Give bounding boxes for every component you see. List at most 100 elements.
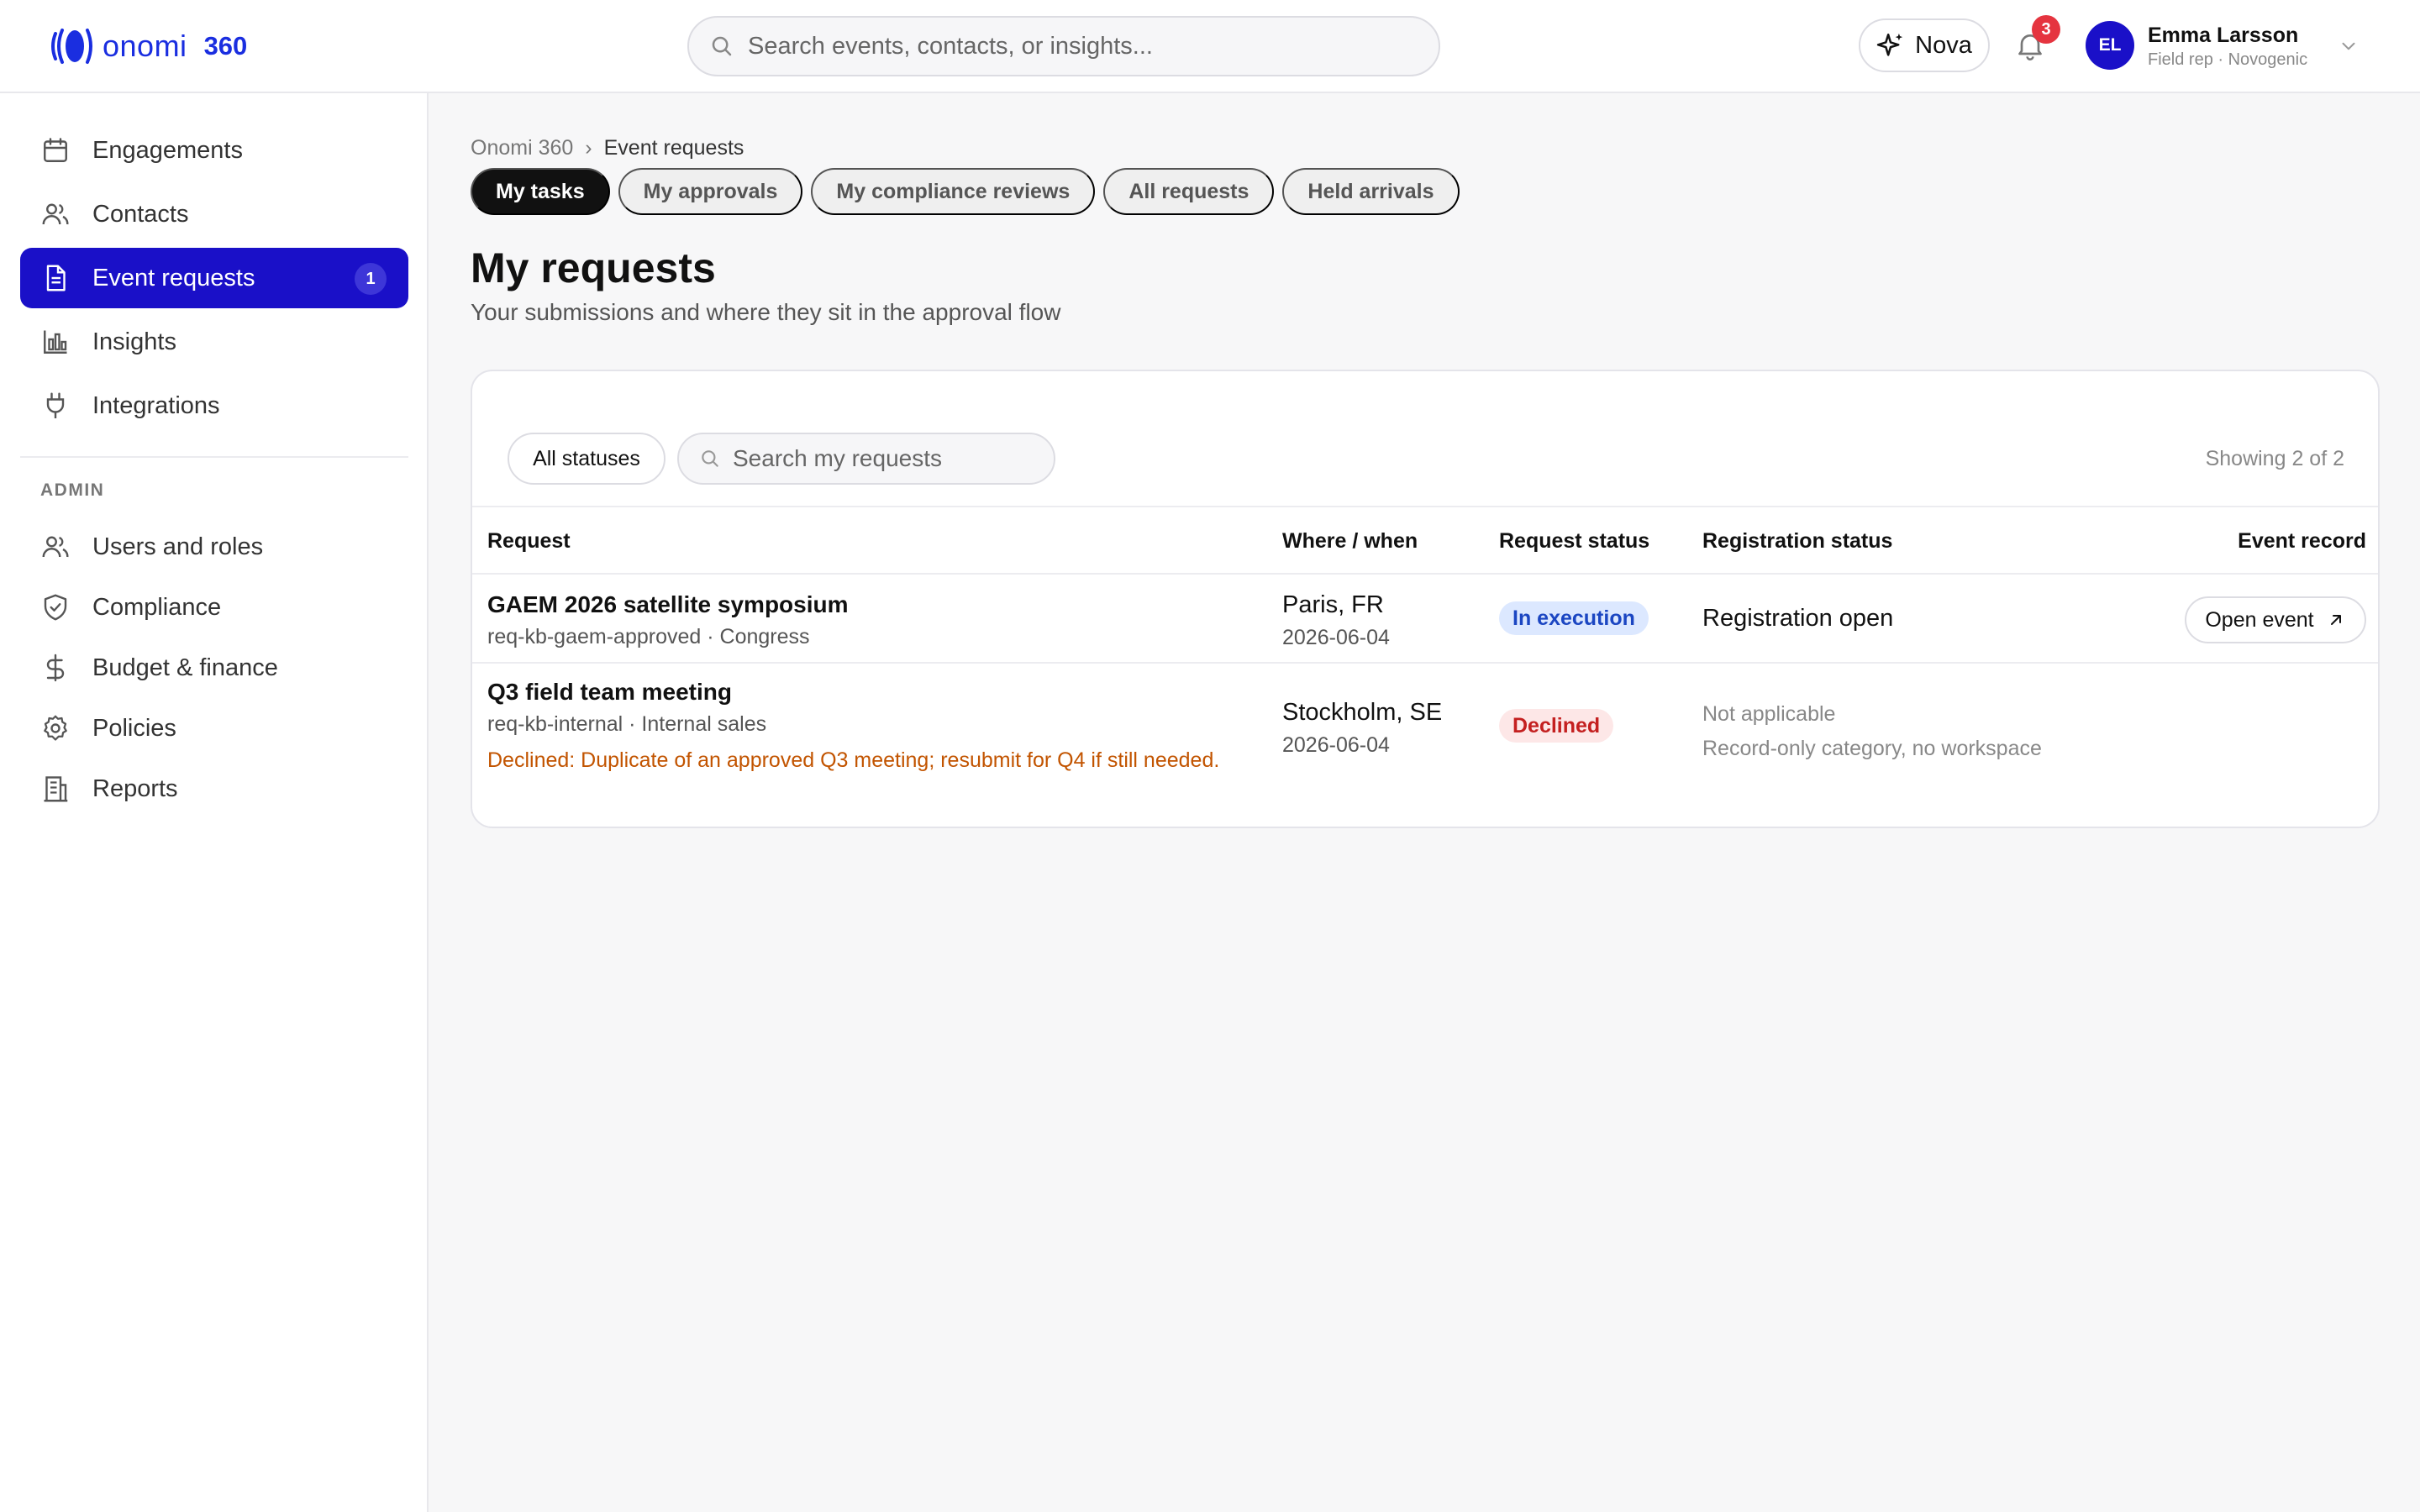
sidebar-item-label: Engagements <box>92 136 243 164</box>
search-icon <box>712 36 732 56</box>
breadcrumb-current: Event requests <box>603 136 744 160</box>
sidebar-item-policies[interactable]: Policies <box>20 698 408 759</box>
avatar[interactable]: EL <box>2086 21 2134 70</box>
shield-check-icon <box>44 594 67 621</box>
top-bar: onomi 360 Nova 3 EL Emma Larsson Field r… <box>0 0 2420 93</box>
sidebar-item-label: Event requests <box>92 264 255 291</box>
sidebar-item-label: Insights <box>92 328 176 355</box>
page-subtitle: Your submissions and where they sit in t… <box>471 299 1061 325</box>
arrow-up-right-icon <box>2330 615 2341 625</box>
request-meta: req-kb-internal · Internal sales <box>487 712 767 736</box>
sidebar-item-label: Users and roles <box>92 533 264 560</box>
breadcrumb: Onomi 360 › Event requests <box>471 136 744 160</box>
where-when-cell: Stockholm, SE 2026-06-04 <box>1282 699 1442 758</box>
sidebar-item-label: Compliance <box>92 593 222 621</box>
column-header-registration-status: Registration status <box>1702 529 1893 553</box>
registration-status: Not applicable <box>1702 702 1836 726</box>
sidebar-item-label: Contacts <box>92 200 189 228</box>
sidebar-item-insights[interactable]: Insights <box>20 312 408 372</box>
app-logo[interactable]: onomi 360 <box>49 25 247 67</box>
request-location: Stockholm, SE <box>1282 699 1443 726</box>
table-row[interactable]: Q3 field team meeting req-kb-internal · … <box>472 664 2378 827</box>
decline-reason: Declined: Duplicate of an approved Q3 me… <box>487 748 1220 772</box>
nova-label: Nova <box>1915 31 1972 59</box>
dollar-icon <box>46 654 65 682</box>
onomi-logo-icon <box>51 29 92 64</box>
building-icon <box>44 776 68 802</box>
column-header-request: Request <box>487 529 571 553</box>
logo-text: onomi <box>103 29 187 63</box>
sidebar-item-compliance[interactable]: Compliance <box>20 577 408 638</box>
breadcrumb-separator: › <box>585 136 592 160</box>
status-badge: Declined <box>1499 709 1614 743</box>
request-cell: GAEM 2026 satellite symposium req-kb-gae… <box>487 591 849 649</box>
request-search[interactable] <box>677 433 1055 485</box>
sidebar-item-reports[interactable]: Reports <box>20 759 408 819</box>
nav-count-badge: 1 <box>355 263 387 295</box>
sidebar-item-budget-finance[interactable]: Budget & finance <box>20 638 408 698</box>
sidebar-item-contacts[interactable]: Contacts <box>20 184 408 244</box>
document-icon <box>46 265 66 291</box>
table-row[interactable]: GAEM 2026 satellite symposium req-kb-gae… <box>472 575 2378 664</box>
open-event-button[interactable]: Open event <box>2185 596 2366 643</box>
sidebar-item-integrations[interactable]: Integrations <box>20 375 408 436</box>
request-cell: Q3 field team meeting req-kb-internal · … <box>487 679 1219 773</box>
search-icon <box>702 450 718 467</box>
status-filter-button[interactable]: All statuses <box>508 433 666 485</box>
admin-section-label: ADMIN <box>40 480 105 500</box>
request-search-input[interactable] <box>733 445 1052 472</box>
plug-icon <box>46 392 65 418</box>
user-role: Field rep · Novogenic <box>2148 50 2308 69</box>
tab-all-requests[interactable]: All requests <box>1103 168 1275 215</box>
request-status-cell: Declined <box>1499 709 1614 743</box>
users-icon <box>42 203 69 225</box>
column-header-event-record: Event record <box>2238 529 2366 553</box>
column-header-request-status: Request status <box>1499 529 1650 553</box>
results-count: Showing 2 of 2 <box>2205 447 2344 470</box>
column-header-where-when: Where / when <box>1282 529 1418 553</box>
users-icon <box>42 536 69 558</box>
sparkles-icon <box>1876 33 1903 56</box>
sidebar-item-label: Integrations <box>92 391 220 419</box>
registration-status: Registration open <box>1702 605 1894 632</box>
request-date: 2026-06-04 <box>1282 626 1390 649</box>
global-search-input[interactable] <box>748 32 1403 60</box>
registration-status-cell: Registration open <box>1702 605 1893 633</box>
tab-held-arrivals[interactable]: Held arrivals <box>1282 168 1460 215</box>
sidebar-item-label: Budget & finance <box>92 654 278 681</box>
request-title[interactable]: GAEM 2026 satellite symposium <box>487 591 849 618</box>
nova-button[interactable]: Nova <box>1859 18 1990 72</box>
tab-my-compliance-reviews[interactable]: My compliance reviews <box>811 168 1096 215</box>
sidebar: Engagements Contacts Event requests 1 In… <box>0 93 429 1512</box>
page-title: My requests <box>471 244 716 291</box>
calendar-icon <box>44 138 67 162</box>
bar-chart-icon <box>44 330 67 354</box>
sidebar-divider <box>20 456 408 458</box>
registration-status-cell: Not applicable Record-only category, no … <box>1702 702 2042 761</box>
request-date: 2026-06-04 <box>1282 733 1390 757</box>
request-meta: req-kb-gaem-approved · Congress <box>487 625 810 648</box>
status-badge: In execution <box>1499 601 1649 635</box>
request-location: Paris, FR <box>1282 591 1384 618</box>
sidebar-item-event-requests[interactable]: Event requests 1 <box>20 248 408 308</box>
where-when-cell: Paris, FR 2026-06-04 <box>1282 591 1390 650</box>
sidebar-item-engagements[interactable]: Engagements <box>20 120 408 181</box>
user-name[interactable]: Emma Larsson <box>2148 24 2298 48</box>
sidebar-item-label: Policies <box>92 714 176 742</box>
logo-suffix: 360 <box>203 31 248 60</box>
requests-card: All statuses Showing 2 of 2 Request Wher… <box>471 370 2380 828</box>
table-header: Request Where / when Request status Regi… <box>472 506 2378 575</box>
request-status-cell: In execution <box>1499 601 1649 635</box>
request-tabs: My tasks My approvals My compliance revi… <box>471 168 1460 215</box>
breadcrumb-root[interactable]: Onomi 360 <box>471 136 573 160</box>
tab-my-tasks[interactable]: My tasks <box>471 168 610 215</box>
request-title[interactable]: Q3 field team meeting <box>487 679 1219 706</box>
sidebar-item-users-and-roles[interactable]: Users and roles <box>20 517 408 577</box>
gear-icon <box>44 715 67 741</box>
open-event-label: Open event <box>2205 607 2314 632</box>
global-search[interactable] <box>687 16 1440 76</box>
chevron-down-icon[interactable] <box>2338 35 2360 57</box>
notification-badge: 3 <box>2032 15 2060 44</box>
registration-note: Record-only category, no workspace <box>1702 737 2042 760</box>
tab-my-approvals[interactable]: My approvals <box>618 168 803 215</box>
